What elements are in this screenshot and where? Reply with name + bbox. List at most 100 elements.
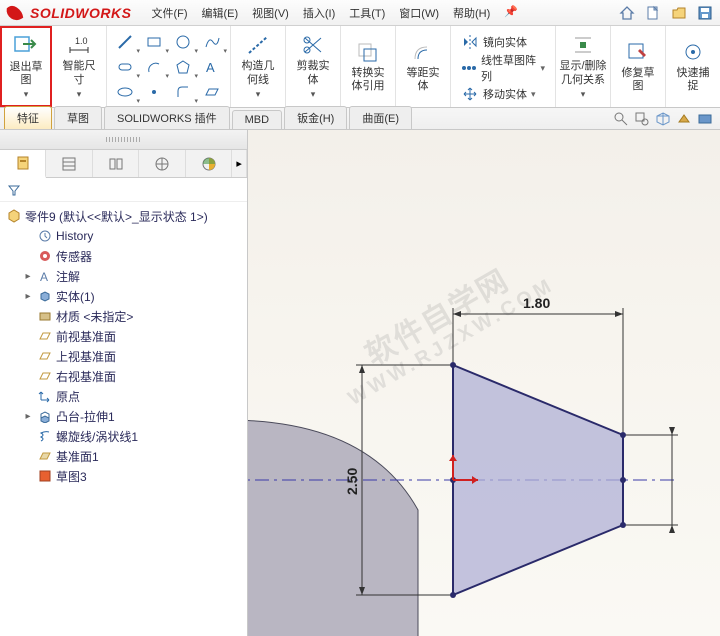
tree-item-plane1[interactable]: 基准面1 [2, 446, 245, 466]
graphics-viewport[interactable]: 软件自学网 WWW.RJZXW.COM [248, 130, 720, 636]
pane-tabs: ▸ [0, 150, 247, 178]
menu-edit[interactable]: 编辑(E) [196, 2, 245, 24]
relations-label: 显示/删除 几何关系 [559, 60, 606, 86]
pane-drag-handle[interactable] [0, 130, 247, 150]
display-style-icon[interactable] [675, 110, 693, 128]
more-tab[interactable]: ▸ [232, 150, 247, 177]
tree-item-origin[interactable]: 原点 [2, 386, 245, 406]
exit-sketch-button[interactable]: 退出草 图 ▾ [3, 29, 49, 104]
tab-addins[interactable]: SOLIDWORKS 插件 [104, 106, 230, 129]
line-tool[interactable]: ▾ [111, 30, 139, 54]
dropdown-icon: ▾ [581, 89, 586, 100]
tree-label: 材质 <未指定> [56, 308, 133, 325]
sketch-vertex[interactable] [620, 522, 626, 528]
smart-dimension-icon: 1.0 [66, 32, 92, 58]
menu-view[interactable]: 视图(V) [246, 2, 295, 24]
spline-tool[interactable]: ▾ [198, 30, 226, 54]
tree-label: 注解 [56, 268, 80, 285]
main-area: ▸ 零件9 (默认<<默认>_显示状态 1>) History 传感器 ▸A注解… [0, 130, 720, 636]
convert-entities-button[interactable]: 转换实 体引用 [345, 28, 391, 104]
app-title: SOLIDWORKS [30, 5, 131, 21]
sketch-vertex[interactable] [620, 477, 626, 483]
search-icon[interactable] [612, 110, 630, 128]
ellipse-tool[interactable]: ▾ [111, 80, 139, 104]
tree-item-sensors[interactable]: 传感器 [2, 246, 245, 266]
tree-label: 右视基准面 [56, 368, 116, 385]
material-icon [37, 308, 53, 324]
zoom-area-icon[interactable] [633, 110, 651, 128]
menubar-quick-access [616, 2, 716, 24]
tab-sketch[interactable]: 草图 [54, 106, 102, 129]
trim-entities-button[interactable]: 剪裁实 体 ▾ [290, 28, 336, 104]
view-orientation-icon[interactable] [654, 110, 672, 128]
mirror-icon [461, 33, 479, 51]
rectangle-tool[interactable]: ▾ [140, 30, 168, 54]
arc-tool[interactable]: ▾ [140, 55, 168, 79]
tree-item-annotations[interactable]: ▸A注解 [2, 266, 245, 286]
config-tab[interactable] [93, 150, 139, 177]
sketch-vertex[interactable] [620, 432, 626, 438]
tab-surface[interactable]: 曲面(E) [349, 106, 412, 129]
section-icon[interactable] [696, 110, 714, 128]
fm-tree-tab[interactable] [0, 150, 46, 178]
dimxpert-tab[interactable] [139, 150, 185, 177]
tree-label: 原点 [56, 388, 80, 405]
polygon-tool[interactable]: ▾ [169, 55, 197, 79]
menu-help[interactable]: 帮助(H) [447, 2, 496, 24]
menu-file[interactable]: 文件(F) [145, 2, 193, 24]
tree-item-history[interactable]: History [2, 226, 245, 246]
menu-window[interactable]: 窗口(W) [393, 2, 445, 24]
app-logo: SOLIDWORKS [4, 2, 131, 24]
fillet-tool[interactable]: ▾ [169, 80, 197, 104]
menu-insert[interactable]: 插入(I) [297, 2, 341, 24]
slot-tool[interactable]: ▾ [111, 55, 139, 79]
move-entities-button[interactable]: 移动实体 ▾ [459, 82, 547, 106]
expander-icon[interactable]: ▸ [22, 291, 34, 302]
tree-label: 前视基准面 [56, 328, 116, 345]
tree-item-material[interactable]: 材质 <未指定> [2, 306, 245, 326]
point-tool[interactable] [140, 80, 168, 104]
show-relations-button[interactable]: 显示/删除 几何关系 ▾ [560, 28, 606, 104]
tree-item-sketch3[interactable]: 草图3 [2, 466, 245, 486]
tab-features[interactable]: 特征 [4, 106, 52, 129]
linear-pattern-button[interactable]: 线性草图阵列 ▾ [459, 56, 547, 80]
tree-label: 上视基准面 [56, 348, 116, 365]
tree-item-top-plane[interactable]: 上视基准面 [2, 346, 245, 366]
new-icon[interactable] [642, 2, 664, 24]
tree-item-front-plane[interactable]: 前视基准面 [2, 326, 245, 346]
tree-item-helix[interactable]: 螺旋线/涡状线1 [2, 426, 245, 446]
dropdown-icon: ▾ [256, 89, 261, 100]
convert-group: 转换实 体引用 [341, 26, 396, 107]
sketch-vertex[interactable] [450, 362, 456, 368]
property-tab[interactable] [46, 150, 92, 177]
offset-entities-button[interactable]: 等距实 体 [400, 28, 446, 104]
filter-icon[interactable] [6, 182, 22, 198]
quick-snap-button[interactable]: 快速捕 捉 [670, 28, 716, 104]
text-tool[interactable]: A [198, 55, 226, 79]
tab-sheetmetal[interactable]: 钣金(H) [284, 106, 347, 129]
tree-item-extrude1[interactable]: ▸凸台-拉伸1 [2, 406, 245, 426]
construction-line-button[interactable]: 构造几 何线 ▾ [235, 28, 281, 104]
sketch-profile[interactable] [453, 365, 623, 595]
relations-group: 显示/删除 几何关系 ▾ [556, 26, 611, 107]
feature-manager-pane: ▸ 零件9 (默认<<默认>_显示状态 1>) History 传感器 ▸A注解… [0, 130, 248, 636]
menu-pin-icon[interactable]: 📌 [498, 2, 524, 24]
home-icon[interactable] [616, 2, 638, 24]
repair-sketch-button[interactable]: 修复草 图 [615, 28, 661, 104]
save-icon[interactable] [694, 2, 716, 24]
construction-line-icon [245, 32, 271, 58]
open-icon[interactable] [668, 2, 690, 24]
expander-icon[interactable]: ▸ [22, 271, 34, 282]
mirror-entities-button[interactable]: 镜向实体 [459, 30, 547, 54]
smart-dimension-button[interactable]: 1.0 智能尺 寸 ▾ [56, 28, 102, 104]
expander-icon[interactable]: ▸ [22, 411, 34, 422]
tree-item-solids[interactable]: ▸实体(1) [2, 286, 245, 306]
circle-tool[interactable]: ▾ [169, 30, 197, 54]
sketch-vertex[interactable] [450, 592, 456, 598]
tree-root[interactable]: 零件9 (默认<<默认>_显示状态 1>) [2, 206, 245, 226]
tree-item-right-plane[interactable]: 右视基准面 [2, 366, 245, 386]
display-tab[interactable] [186, 150, 232, 177]
tab-mbd[interactable]: MBD [232, 110, 282, 129]
plane-tool[interactable] [198, 80, 226, 104]
menu-tools[interactable]: 工具(T) [343, 2, 391, 24]
